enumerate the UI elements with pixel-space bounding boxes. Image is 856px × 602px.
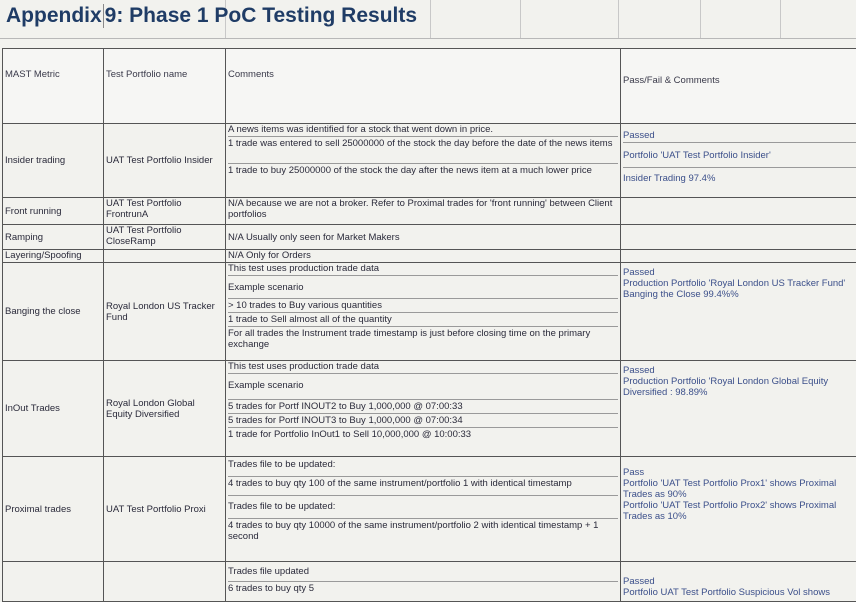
passfail-line: Portfolio 'UAT Test Portfolio Insider'	[623, 144, 856, 168]
comment-line: Trades file updated	[228, 562, 618, 582]
table-row: Proximal trades UAT Test Portfolio Proxi…	[3, 457, 856, 562]
passfail-cell[interactable]	[621, 198, 856, 225]
comment-line: This test uses production trade data	[228, 263, 618, 276]
comments-cell[interactable]: N/A Only for Orders	[226, 250, 621, 263]
metric-cell[interactable]: Ramping	[3, 225, 104, 250]
metric-cell[interactable]: Banging the close	[3, 263, 104, 361]
passfail-cell[interactable]: Passed Production Portfolio 'Royal Londo…	[621, 263, 856, 361]
passfail-line: Insider Trading 97.4%	[623, 169, 856, 185]
passfail-line: Pass	[623, 457, 856, 478]
comment-line: Trades file to be updated:	[228, 457, 618, 477]
passfail-cell[interactable]	[621, 250, 856, 263]
title-part-appendix[interactable]: Appendix	[6, 4, 102, 27]
portfolio-cell[interactable]: Royal London Global Equity Diversified	[104, 361, 226, 457]
portfolio-cell[interactable]: Royal London US Tracker Fund	[104, 263, 226, 361]
metric-cell[interactable]: InOut Trades	[3, 361, 104, 457]
passfail-line: Passed	[623, 562, 856, 587]
portfolio-cell[interactable]: UAT Test Portfolio Proxi	[104, 457, 226, 562]
comments-cell[interactable]: Trades file to be updated: 4 trades to b…	[226, 457, 621, 562]
comment-line: 6 trades to buy qty 5	[228, 583, 618, 595]
portfolio-cell[interactable]: UAT Test Portfolio FrontrunA	[104, 198, 226, 225]
passfail-line: Production Portfolio 'Royal London US Tr…	[623, 278, 856, 300]
portfolio-cell[interactable]	[104, 562, 226, 602]
passfail-cell[interactable]: Passed Portfolio 'UAT Test Portfolio Ins…	[621, 124, 856, 198]
metric-cell[interactable]: Layering/Spoofing	[3, 250, 104, 263]
comment-line: 1 trade was entered to sell 25000000 of …	[228, 138, 618, 164]
portfolio-cell[interactable]	[104, 250, 226, 263]
passfail-line: Portfolio 'UAT Test Portfolio Prox1' sho…	[623, 478, 856, 500]
comment-line: 1 trade for Portfolio InOut1 to Sell 10,…	[228, 429, 618, 441]
comment-line: > 10 trades to Buy various quantities	[228, 300, 618, 313]
table-row: Layering/Spoofing N/A Only for Orders	[3, 250, 856, 263]
comment-line: 1 trade to Sell almost all of the quanti…	[228, 314, 618, 327]
passfail-cell[interactable]: Passed Production Portfolio 'Royal Londo…	[621, 361, 856, 457]
page-title: Appendix9: Phase 1 PoC Testing Results	[6, 4, 417, 28]
passfail-line: Passed	[623, 361, 856, 376]
spreadsheet-view: Appendix9: Phase 1 PoC Testing Results M…	[0, 0, 856, 577]
comment-line: This test uses production trade data	[228, 361, 618, 374]
passfail-line: Passed	[623, 263, 856, 278]
comment-line: A news items was identified for a stock …	[228, 124, 618, 137]
comment-line: 5 trades for Portf INOUT3 to Buy 1,000,0…	[228, 415, 618, 428]
header-metric[interactable]: MAST Metric	[3, 49, 104, 124]
comment-line: Example scenario	[228, 277, 618, 299]
comment-line: Trades file to be updated:	[228, 497, 618, 519]
comment-line: 5 trades for Portf INOUT2 to Buy 1,000,0…	[228, 401, 618, 414]
table-row: Banging the close Royal London US Tracke…	[3, 263, 856, 361]
passfail-line: Portfolio UAT Test Portfolio Suspicious …	[623, 587, 856, 598]
comments-cell[interactable]: N/A Usually only seen for Market Makers	[226, 225, 621, 250]
results-table: MAST Metric Test Portfolio name Comments…	[2, 48, 856, 602]
portfolio-cell[interactable]: UAT Test Portfolio Insider	[104, 124, 226, 198]
header-row: MAST Metric Test Portfolio name Comments…	[3, 49, 856, 124]
header-portfolio[interactable]: Test Portfolio name	[104, 49, 226, 124]
header-comments[interactable]: Comments	[226, 49, 621, 124]
metric-cell[interactable]: Proximal trades	[3, 457, 104, 562]
table-row: Insider trading UAT Test Portfolio Insid…	[3, 124, 856, 198]
metric-cell[interactable]: Front running	[3, 198, 104, 225]
comment-line: For all trades the Instrument trade time…	[228, 328, 618, 351]
cell-divider	[103, 4, 104, 28]
comments-cell[interactable]: This test uses production trade data Exa…	[226, 263, 621, 361]
title-row: Appendix9: Phase 1 PoC Testing Results	[0, 0, 856, 39]
metric-cell[interactable]	[3, 562, 104, 602]
table-row: Front running UAT Test Portfolio Frontru…	[3, 198, 856, 225]
passfail-cell[interactable]: Passed Portfolio UAT Test Portfolio Susp…	[621, 562, 856, 602]
passfail-cell[interactable]	[621, 225, 856, 250]
comments-cell[interactable]: N/A because we are not a broker. Refer t…	[226, 198, 621, 225]
passfail-cell[interactable]: Pass Portfolio 'UAT Test Portfolio Prox1…	[621, 457, 856, 562]
passfail-line: Production Portfolio 'Royal London Globa…	[623, 376, 856, 398]
metric-cell[interactable]: Insider trading	[3, 124, 104, 198]
portfolio-cell[interactable]: UAT Test Portfolio CloseRamp	[104, 225, 226, 250]
passfail-line: Passed	[623, 124, 856, 143]
comment-line: Example scenario	[228, 375, 618, 400]
passfail-line: Portfolio 'UAT Test Portfolio Prox2' sho…	[623, 500, 856, 522]
comment-line: 4 trades to buy qty 10000 of the same in…	[228, 520, 618, 543]
comment-line: 1 trade to buy 25000000 of the stock the…	[228, 165, 618, 177]
title-part-heading[interactable]: 9: Phase 1 PoC Testing Results	[105, 4, 417, 27]
comment-line: 4 trades to buy qty 100 of the same inst…	[228, 478, 618, 496]
table-row: InOut Trades Royal London Global Equity …	[3, 361, 856, 457]
comments-cell[interactable]: A news items was identified for a stock …	[226, 124, 621, 198]
table-row: Trades file updated 6 trades to buy qty …	[3, 562, 856, 602]
comments-cell[interactable]: Trades file updated 6 trades to buy qty …	[226, 562, 621, 602]
table-row: Ramping UAT Test Portfolio CloseRamp N/A…	[3, 225, 856, 250]
comments-cell[interactable]: This test uses production trade data Exa…	[226, 361, 621, 457]
header-passfail[interactable]: Pass/Fail & Comments	[621, 49, 856, 124]
